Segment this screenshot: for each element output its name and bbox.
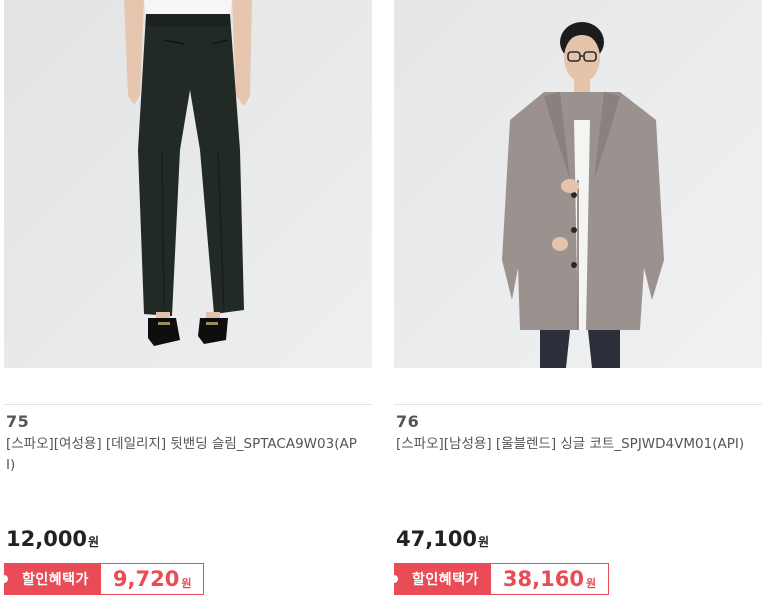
price-amount: 47,100 [396,527,478,551]
benefit-price-unit: 원 [585,576,597,590]
pants-photo [4,0,372,368]
benefit-label: 할인혜택가 [22,572,89,588]
benefit-price: 9,720 [112,567,180,591]
product-image[interactable] [4,0,372,368]
product-price: 47,100원 [396,527,489,551]
coat-photo [394,0,762,368]
discount-benefit: 할인혜택가 9,720 원 [0,563,205,595]
benefit-tag: 할인혜택가 [390,563,491,595]
discount-benefit: 할인혜택가 38,160 원 [390,563,610,595]
divider [394,404,762,405]
product-price: 12,000원 [6,527,99,551]
product-card[interactable]: 76 [스파오][남성용] [울블렌드] 싱글 코트_SPJWD4VM01(AP… [390,0,762,613]
product-rank: 75 [6,412,30,431]
price-unit: 원 [88,535,100,549]
product-name[interactable]: [스파오][남성용] [울블렌드] 싱글 코트_SPJWD4VM01(API) [396,434,748,455]
benefit-price: 38,160 [502,567,584,591]
product-name[interactable]: [스파오][여성용] [데일리지] 뒷밴딩 슬림_SPTACA9W03(API) [6,434,358,476]
benefit-price-box: 38,160 원 [490,563,610,595]
benefit-price-box: 9,720 원 [100,563,205,595]
tag-hole-icon [0,575,8,583]
price-amount: 12,000 [6,527,88,551]
benefit-label: 할인혜택가 [412,572,479,588]
price-unit: 원 [478,535,490,549]
benefit-price-unit: 원 [181,576,192,590]
divider [4,404,372,405]
product-rank: 76 [396,412,420,431]
benefit-tag: 할인혜택가 [0,563,101,595]
product-image[interactable] [394,0,762,368]
tag-hole-icon [390,575,398,583]
product-card[interactable]: 75 [스파오][여성용] [데일리지] 뒷밴딩 슬림_SPTACA9W03(A… [0,0,372,613]
